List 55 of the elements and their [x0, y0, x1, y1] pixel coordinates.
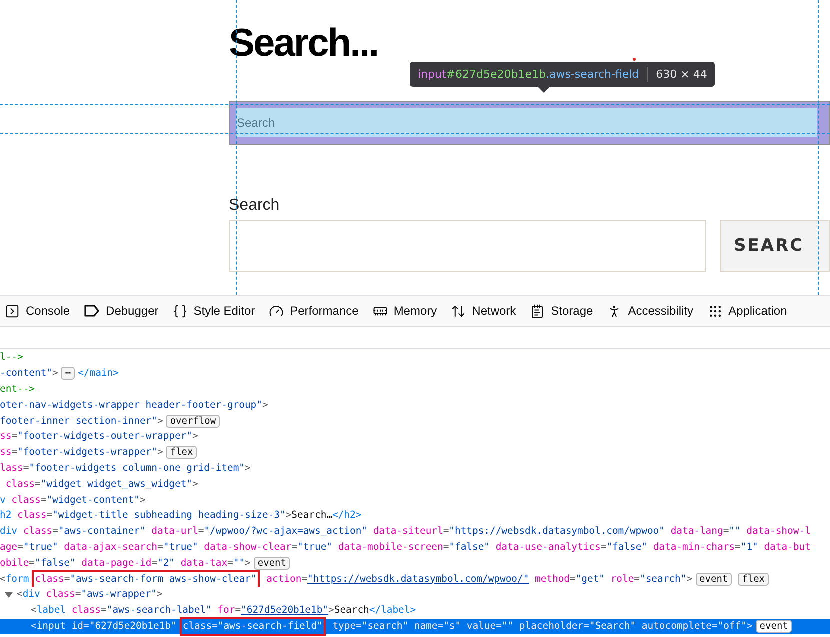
dot-marker — [633, 58, 636, 61]
devtools-tab[interactable]: Style Editor — [172, 304, 256, 318]
search-button[interactable]: SEARC — [720, 220, 830, 272]
grid-icon — [708, 304, 723, 318]
markup-text: div class="aws-container" data-url="/wpwoo/?wc-ajax=aws_action" data-siteurl="https://websdk.datasymbol.com/wpwoo" data-lang="" data-show-l — [0, 526, 811, 538]
element-size-text: 630 × 44 — [656, 68, 708, 81]
markup-text: <label class="aws-search-label" for="627d5e20b1e1b">Search</label> — [31, 605, 416, 616]
markup-text: <div class="aws-wrapper"> — [17, 589, 163, 600]
markup-text: obile="false" data-page-id="2" data-tax=""> — [0, 558, 251, 569]
markup-text: type="search" name="s" value="" placeholder="Search" autocomplete="off"> — [332, 620, 753, 632]
markup-text: class="widget widget_aws_widget"> — [4, 478, 198, 490]
markup-text: footer-inner section-inner"> — [0, 416, 164, 427]
markup-text: oter-nav-widgets-wrapper header-footer-group"> — [0, 400, 268, 411]
devtools-tab[interactable]: Performance — [269, 304, 359, 318]
devtools-tab[interactable]: Storage — [530, 304, 594, 318]
markup-text: l--> — [0, 352, 24, 364]
node-badge[interactable]: flex — [166, 446, 198, 460]
markup-text: ent--> — [0, 384, 35, 395]
markup-text: <input id="627d5e20b1e1b" — [31, 620, 177, 632]
markup-text: class="aws-search-field" — [182, 620, 323, 632]
storage-icon — [530, 304, 546, 318]
markup-text: age="true" data-ajax-search="true" data-show-clear="true" data-mobile-screen="false" data-use-analytics="false" data-min-chars="1" data-but — [0, 542, 811, 553]
page-heading: Search... — [229, 22, 378, 66]
node-badge[interactable]: event — [254, 556, 290, 570]
markup-text: v class="widget-content"> — [0, 494, 146, 506]
highlighted-search-field[interactable]: Search — [229, 101, 830, 145]
markup-text: lass="footer-widgets column-one grid-item"> — [0, 462, 251, 474]
element-selector-text: input#627d5e20b1e1b.aws-search-field — [418, 68, 640, 81]
markup-text: h2 class="widget-title subheading heading-size-3">Search…</h2> — [0, 510, 362, 522]
gauge-icon — [269, 304, 284, 318]
markup-text: <form — [0, 574, 30, 585]
search-input[interactable] — [229, 220, 706, 272]
devtools-tab[interactable]: Memory — [372, 304, 438, 318]
node-badge[interactable]: overflow — [166, 414, 220, 428]
markup-text: ss="footer-widgets-outer-wrapper"> — [0, 431, 198, 442]
expand-triangle-icon[interactable] — [5, 590, 13, 599]
node-badge[interactable]: ⋯ — [61, 367, 76, 380]
devtools-tab[interactable]: Network — [451, 304, 516, 318]
devtools-tab[interactable]: Accessibility — [607, 304, 694, 318]
markup-text: </main> — [78, 368, 119, 380]
console-icon — [5, 304, 20, 318]
devtools-tab[interactable]: Console — [5, 304, 70, 318]
markup-text: -content"> — [0, 368, 58, 380]
devtools-tab[interactable]: Application — [708, 304, 788, 318]
braces-icon — [172, 304, 188, 318]
tag-shape-icon — [84, 304, 100, 318]
markup-text: ss="footer-widgets-wrapper"> — [0, 447, 164, 458]
node-badge[interactable]: flex — [738, 572, 770, 586]
markup-text: action="https://websdk.datasymbol.com/wpwoo/" method="get" role="search"> — [266, 574, 693, 585]
devtools-tab[interactable]: Debugger — [84, 304, 159, 318]
markup-text: class="aws-search-form aws-show-clear" — [35, 574, 257, 585]
node-badge[interactable]: event — [696, 572, 732, 586]
up-down-arrows-icon — [451, 304, 466, 318]
search-label: Search — [229, 197, 280, 215]
node-badge[interactable]: event — [756, 620, 792, 633]
